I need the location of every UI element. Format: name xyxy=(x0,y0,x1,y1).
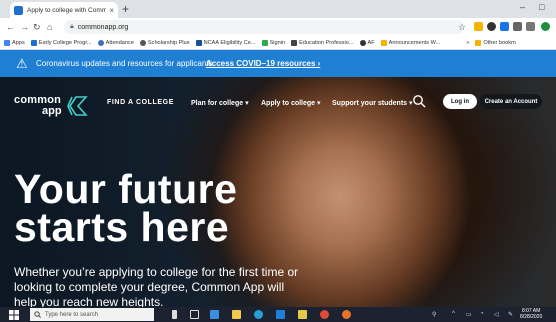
file-explorer-icon[interactable] xyxy=(232,310,241,319)
reload-icon[interactable]: ↻ xyxy=(33,20,41,34)
tab-title: Apply to college with Common A xyxy=(27,6,107,14)
clock-date: 8/28/2020 xyxy=(520,314,543,320)
bookmark-item[interactable]: Signin xyxy=(261,39,285,46)
hero-headline: Your future starts here xyxy=(14,166,238,250)
forward-arrow-icon[interactable]: → xyxy=(20,20,29,34)
bookmark-favicon-icon xyxy=(359,39,366,46)
bookmark-favicon-icon xyxy=(30,39,37,46)
star-icon[interactable]: ☆ xyxy=(458,20,466,34)
microphone-icon[interactable] xyxy=(172,310,177,319)
apps-grid-icon xyxy=(4,39,10,46)
back-arrow-icon[interactable]: ← xyxy=(6,20,15,34)
find-a-college-link[interactable]: FIND A COLLEGE xyxy=(107,99,174,106)
create-account-button[interactable]: Create an Account xyxy=(480,94,542,109)
browser-tab[interactable]: Apply to college with Common A × xyxy=(10,2,118,18)
bookmark-item[interactable]: Early College Progr... xyxy=(30,39,92,46)
bookmark-item[interactable]: AF xyxy=(359,39,375,46)
covid-resources-link[interactable]: Access COVID–19 resources › xyxy=(206,59,320,68)
logo-text-app[interactable]: app xyxy=(42,105,62,117)
taskbar-clock[interactable]: 8:07 AM 8/28/2020 xyxy=(520,308,542,320)
windows-start-icon[interactable] xyxy=(9,310,19,320)
mail-icon[interactable] xyxy=(276,310,285,319)
chevron-up-icon[interactable]: ^ xyxy=(452,311,455,317)
hero-subtext: Whether you’re applying to college for t… xyxy=(14,265,299,307)
extension-icon[interactable] xyxy=(500,22,509,31)
chrome-icon[interactable] xyxy=(320,310,329,319)
bookmarks-more-button[interactable]: » xyxy=(466,40,469,46)
new-tab-button[interactable]: + xyxy=(122,2,129,16)
bookmarks-bar: Apps Early College Progr... Attendance S… xyxy=(0,36,556,50)
bookmark-other[interactable]: Other bookm xyxy=(475,39,516,46)
bookmark-favicon-icon xyxy=(97,39,104,46)
nav-plan-for-college[interactable]: Plan for college ▾ xyxy=(191,99,249,107)
banner-text: Coronavirus updates and resources for ap… xyxy=(36,59,213,68)
maximize-button[interactable]: □ xyxy=(539,2,544,12)
hero-headline-line1: Your future xyxy=(14,166,238,212)
folder-icon xyxy=(475,39,482,46)
extension-icon[interactable] xyxy=(474,22,483,31)
covid-banner: ⚠ Coronavirus updates and resources for … xyxy=(0,50,556,77)
bookmark-favicon-icon xyxy=(291,39,298,46)
tab-close-button[interactable]: × xyxy=(109,6,114,15)
extension-icon[interactable] xyxy=(487,22,496,31)
search-icon xyxy=(34,311,41,318)
pen-icon[interactable]: ✎ xyxy=(508,311,513,318)
store-icon[interactable] xyxy=(298,310,307,319)
bookmark-item[interactable]: Scholarship Plus xyxy=(139,39,190,46)
task-view-icon[interactable] xyxy=(190,310,199,319)
nav-apply-to-college[interactable]: Apply to college ▾ xyxy=(261,99,321,107)
lock-icon: 🔒︎ xyxy=(70,23,74,30)
taskbar-search-input[interactable]: Type here to search xyxy=(30,308,154,321)
address-bar[interactable]: 🔒︎ commonapp.org xyxy=(64,20,464,34)
taskbar-search-placeholder: Type here to search xyxy=(45,311,99,318)
bookmark-favicon-icon xyxy=(195,39,202,46)
hero-section: common app FIND A COLLEGE Plan for colle… xyxy=(0,77,556,307)
favicon-icon xyxy=(14,5,23,15)
bookmark-item[interactable]: Education Professio... xyxy=(291,39,354,46)
nav-support-your-students[interactable]: Support your students ▾ xyxy=(332,99,413,107)
network-icon[interactable]: ◔ xyxy=(480,311,484,317)
extension-icon[interactable] xyxy=(513,22,522,31)
url-text: commonapp.org xyxy=(77,23,129,31)
browser-tab-strip: Apply to college with Common A × + – □ xyxy=(0,0,556,18)
home-icon[interactable]: ⌂ xyxy=(47,20,52,34)
bookmark-item[interactable]: Announcements W... xyxy=(380,39,440,46)
minimize-button[interactable]: – xyxy=(520,2,525,12)
bookmark-apps[interactable]: Apps xyxy=(4,39,25,46)
desktop-icon[interactable] xyxy=(210,310,219,319)
bookmark-item[interactable]: NCAA Eligibility Ce... xyxy=(195,39,256,46)
people-icon[interactable]: ⚲ xyxy=(432,311,436,318)
edge-icon[interactable] xyxy=(254,310,263,319)
volume-icon[interactable]: ◁ xyxy=(494,311,499,318)
battery-icon[interactable]: ▭ xyxy=(466,311,472,318)
extension-icon[interactable] xyxy=(526,22,535,31)
bookmark-favicon-icon xyxy=(139,39,146,46)
profile-avatar[interactable] xyxy=(541,22,550,31)
app-icon[interactable] xyxy=(342,310,351,319)
warning-icon: ⚠ xyxy=(16,56,28,71)
bookmark-favicon-icon xyxy=(261,39,268,46)
bookmark-item[interactable]: Attendance xyxy=(97,39,134,46)
login-button[interactable]: Log in xyxy=(443,94,477,109)
search-icon[interactable] xyxy=(412,94,426,108)
windows-taskbar: Type here to search ⚲ ^ ▭ ◔ ◁ ✎ 8:07 AM … xyxy=(0,307,556,322)
hero-headline-line2: starts here xyxy=(14,204,230,250)
bookmark-favicon-icon xyxy=(380,39,387,46)
